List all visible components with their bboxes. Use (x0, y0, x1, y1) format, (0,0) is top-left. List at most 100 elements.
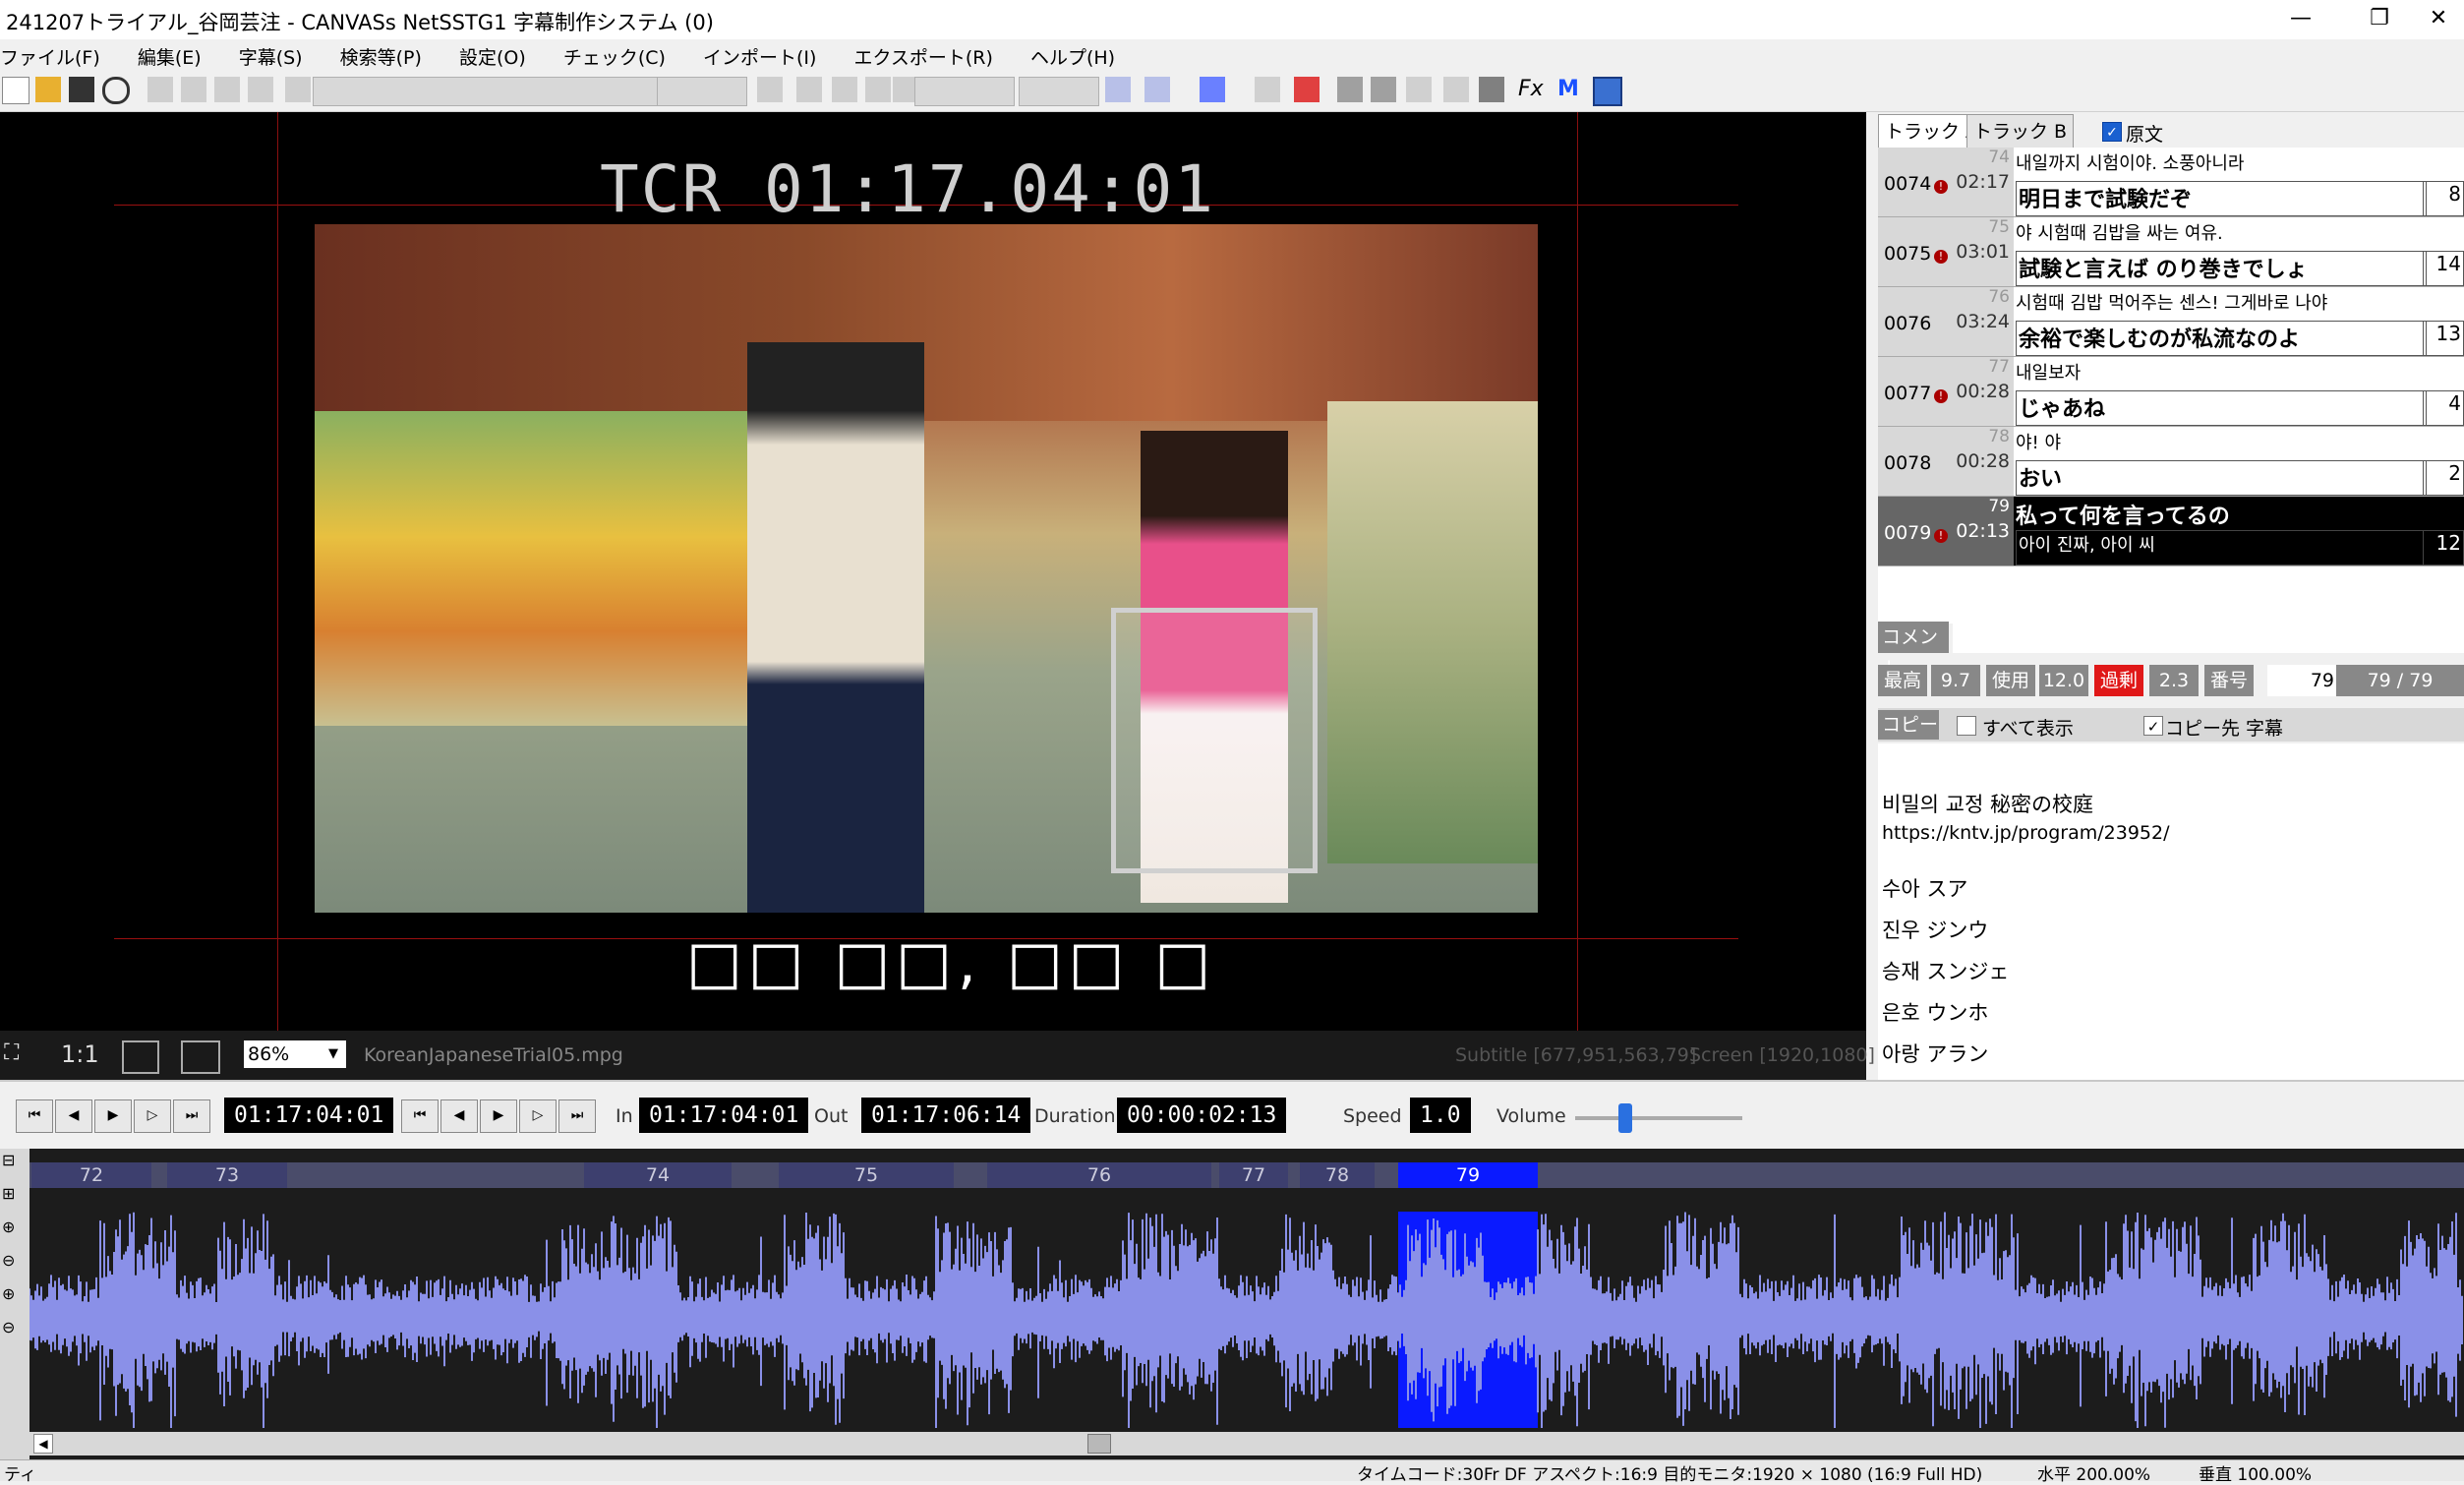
number-input[interactable]: 79 (2267, 665, 2338, 696)
timeline-segment-selected[interactable]: 79 (1398, 1162, 1538, 1188)
copy-dest-checkbox[interactable]: ✓ (2143, 716, 2163, 736)
comment-input[interactable] (1953, 622, 2464, 653)
format-icon[interactable] (1105, 77, 1131, 102)
subtitle-row-selected[interactable]: 79 02:13 0079! 私って何を言ってるの 아이 진짜, 아이 씨 12 (1878, 497, 2464, 566)
menu-settings[interactable]: 設定(O) (459, 39, 526, 70)
one-to-one-button[interactable]: 1:1 (61, 1040, 99, 1068)
next-frame-icon[interactable]: ▷ (134, 1099, 171, 1133)
subtitle-text[interactable]: 余裕で楽しむのが私流なのよ (2016, 321, 2427, 356)
subtitle-row[interactable]: 78 00:28 0078 야! 야 おい 2 (1878, 427, 2464, 497)
zoom-input[interactable]: 86% (244, 1040, 323, 1068)
menu-file[interactable]: ファイル(F) (0, 39, 100, 70)
subtitle-end-icon[interactable]: ⏭ (558, 1099, 596, 1133)
align-icon[interactable] (1406, 77, 1432, 102)
safe-area-icon[interactable] (181, 1040, 220, 1074)
ruby-icon[interactable] (865, 77, 891, 102)
timeline-segment[interactable]: 74 (584, 1162, 732, 1188)
font-select[interactable] (313, 77, 659, 106)
close-button[interactable]: ✕ (2409, 4, 2464, 33)
subtitle-text[interactable]: 明日まで試験だぞ (2016, 181, 2427, 216)
volume-slider[interactable] (1575, 1116, 1742, 1120)
style-select[interactable] (914, 77, 1015, 106)
go-start-icon[interactable]: ⏮ (16, 1099, 53, 1133)
monitor-icon[interactable] (1593, 77, 1622, 106)
subtitle-row[interactable]: 77 00:28 0077! 내일보자 じゃあね 4 (1878, 357, 2464, 427)
memo-area[interactable]: 비밀의 교정 秘密の校庭 https://kntv.jp/program/239… (1878, 743, 2464, 1080)
current-timecode[interactable]: 01:17:04:01 (224, 1098, 394, 1133)
tab-track-b[interactable]: トラック B (1966, 114, 2075, 151)
undo-icon[interactable] (248, 77, 273, 102)
copy-button[interactable]: コピー (1878, 710, 1939, 740)
font-color-icon[interactable] (1200, 77, 1225, 102)
timeline-segment[interactable]: 75 (779, 1162, 954, 1188)
font-style-icon[interactable] (757, 77, 783, 102)
original-checkbox[interactable]: ✓ (2102, 122, 2122, 142)
menu-check[interactable]: チェック(C) (563, 39, 666, 70)
speed-value[interactable]: 1.0 (1410, 1098, 1471, 1133)
search-icon[interactable] (102, 77, 130, 104)
go-end-icon[interactable]: ⏭ (173, 1099, 210, 1133)
italic-icon[interactable] (832, 77, 857, 102)
m-icon[interactable]: M (1557, 77, 1583, 102)
timeline-segment[interactable]: 78 (1300, 1162, 1375, 1188)
marker-tool-icon[interactable]: ⊟ (2, 1151, 15, 1169)
out-timecode[interactable]: 01:17:06:14 (861, 1098, 1031, 1133)
redo-icon[interactable] (285, 77, 311, 102)
volume-thumb[interactable] (1618, 1103, 1632, 1133)
menu-help[interactable]: ヘルプ(H) (1030, 39, 1115, 70)
zoom-in-vertical-icon[interactable]: ⊕ (2, 1284, 15, 1303)
subtitle-text[interactable]: おい (2016, 460, 2427, 496)
timeline-segment[interactable]: 76 (987, 1162, 1211, 1188)
menu-subtitle[interactable]: 字幕(S) (239, 39, 303, 70)
grid-tool-icon[interactable]: ⊞ (2, 1184, 15, 1203)
maximize-button[interactable]: ❐ (2350, 4, 2409, 33)
menu-export[interactable]: エクスポート(R) (853, 39, 992, 70)
zoom-dropdown-icon[interactable]: ▼ (321, 1040, 346, 1068)
subtitle-text[interactable]: 아이 진짜, 아이 씨 (2016, 530, 2427, 565)
subtitle-play-icon[interactable]: ▶ (480, 1099, 517, 1133)
fx-icon[interactable]: Fx (1518, 77, 1544, 102)
zoom-out-vertical-icon[interactable]: ⊖ (2, 1318, 15, 1336)
new-file-icon[interactable] (2, 77, 29, 104)
menu-import[interactable]: インポート(I) (703, 39, 816, 70)
scroll-thumb[interactable] (1087, 1434, 1111, 1454)
menu-edit[interactable]: 編集(E) (138, 39, 202, 70)
box-icon[interactable] (1337, 77, 1363, 102)
marker-icon[interactable] (1294, 77, 1320, 102)
paste-icon[interactable] (214, 77, 240, 102)
subtitle-prev-icon[interactable]: ◀ (440, 1099, 478, 1133)
cut-icon[interactable] (147, 77, 173, 102)
eraser-icon[interactable] (1255, 77, 1280, 102)
fit-screen-icon[interactable]: ⛶ (4, 1040, 19, 1065)
in-timecode[interactable]: 01:17:04:01 (639, 1098, 809, 1133)
zoom-out-icon[interactable]: ⊖ (2, 1251, 15, 1270)
subtitle-overlay-icon[interactable] (122, 1040, 159, 1074)
prev-frame-icon[interactable]: ◀ (55, 1099, 92, 1133)
subtitle-row[interactable]: 76 03:24 0076 시험때 김밥 먹어주는 센스! 그게바로 나야 余裕で楽… (1878, 287, 2464, 357)
scroll-left-icon[interactable]: ◀ (33, 1434, 53, 1454)
timeline-segment[interactable]: 73 (167, 1162, 287, 1188)
timeline-segment[interactable]: 77 (1219, 1162, 1288, 1188)
subtitle-next-icon[interactable]: ▷ (519, 1099, 557, 1133)
timeline-segment[interactable]: 72 (31, 1162, 151, 1188)
abc-icon[interactable] (1479, 77, 1504, 102)
open-folder-icon[interactable] (35, 77, 61, 102)
save-icon[interactable] (69, 77, 94, 102)
zoom-in-icon[interactable]: ⊕ (2, 1218, 15, 1236)
print-icon[interactable] (1371, 77, 1396, 102)
subtitle-start-icon[interactable]: ⏮ (401, 1099, 439, 1133)
copy-icon[interactable] (181, 77, 206, 102)
subtitle-row[interactable]: 74 02:17 0074! 내일까지 시험이야. 소풍아니라 明日まで試験だぞ 8 (1878, 148, 2464, 217)
show-all-checkbox[interactable] (1957, 716, 1976, 736)
align2-icon[interactable] (1443, 77, 1469, 102)
format2-icon[interactable] (1144, 77, 1170, 102)
minimize-button[interactable]: — (2271, 4, 2330, 33)
menu-search[interactable]: 検索等(P) (340, 39, 422, 70)
size-select[interactable] (657, 77, 747, 106)
timeline[interactable]: ⊟ ⊞ ⊕ ⊖ ⊕ ⊖ 72 73 74 75 76 77 78 79 ◀ (0, 1149, 2464, 1471)
subtitle-row[interactable]: 75 03:01 0075! 야 시험때 김밥을 싸는 여유. 試験と言えば のり巻… (1878, 217, 2464, 287)
subtitle-text[interactable]: じゃあね (2016, 390, 2427, 426)
audio-waveform[interactable] (29, 1212, 2464, 1428)
timeline-scrollbar[interactable]: ◀ (29, 1432, 2464, 1455)
video-preview[interactable]: TCR 01:17.04:01 □□ □□, □□ □ (0, 112, 1866, 1031)
